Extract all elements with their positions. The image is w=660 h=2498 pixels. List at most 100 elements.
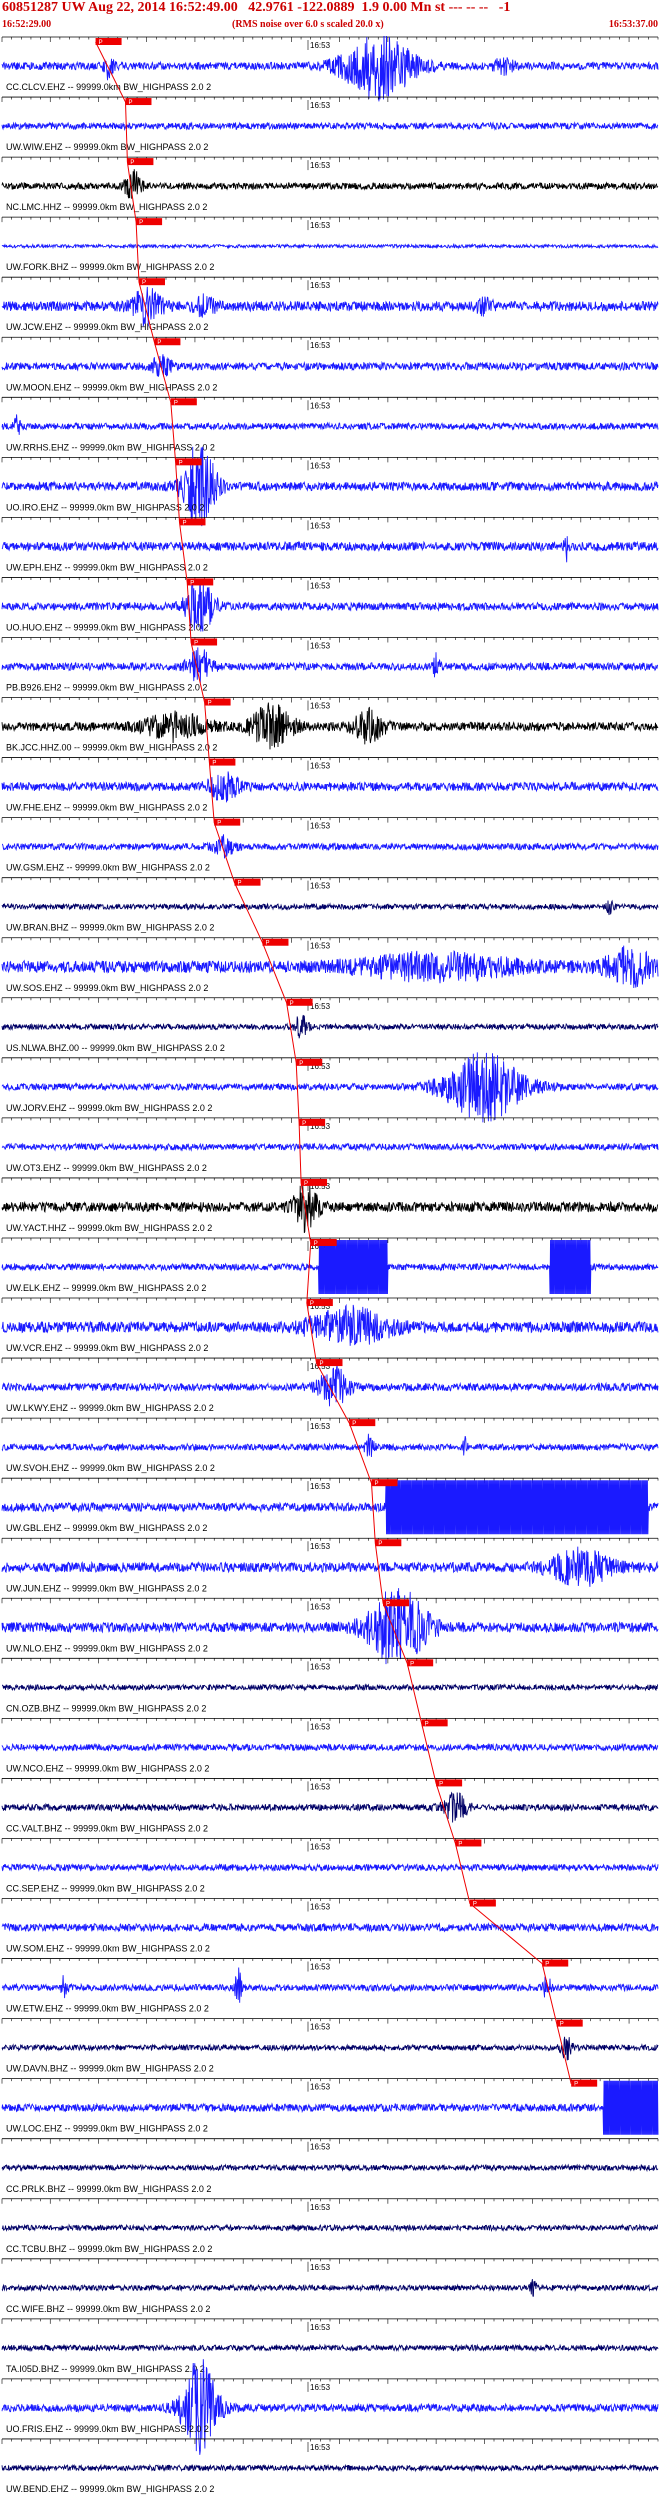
pick-marker-label: P xyxy=(425,1721,429,1727)
time-mark-label: 16:53 xyxy=(310,2143,331,2152)
station-trace-uw-nlo-ehz: 16:53 UW.NLO.EHZ -- 99999.0km BW_HIGHPASS… xyxy=(1,1588,659,1665)
station-trace-uw-bend-ehz: 16:53 UW.BEND.EHZ -- 99999.0km BW_HIGHPAS… xyxy=(1,2438,659,2494)
station-trace-uo-iro-ehz: 16:53 UO.IRO.EHZ -- 99999.0km BW_HIGHPASS… xyxy=(1,446,659,527)
waveform xyxy=(1,286,659,327)
pick-marker-label: P xyxy=(319,1361,323,1367)
time-mark-label: 16:53 xyxy=(310,281,331,290)
station-trace-cn-ozb-bhz: 16:53 CN.OZB.BHZ -- 99999.0km BW_HIGHPASS… xyxy=(1,1657,659,1713)
station-label: UW.FHE.EHZ -- 99999.0km BW_HIGHPASS 2.0 … xyxy=(6,803,207,813)
time-mark-label: 16:53 xyxy=(310,2383,331,2392)
station-label: UW.DAVN.BHZ -- 99999.0km BW_HIGHPASS 2.0… xyxy=(6,2064,214,2074)
station-label: UW.GBL.EHZ -- 99999.0km BW_HIGHPASS 2.0 … xyxy=(6,1523,207,1533)
station-trace-pb-b926-eh2: 16:53 PB.B926.EH2 -- 99999.0km BW_HIGHPAS… xyxy=(1,637,659,693)
station-label: UW.YACT.HHZ -- 99999.0km BW_HIGHPASS 2.0… xyxy=(6,1223,212,1233)
pick-marker-label: P xyxy=(299,1061,303,1067)
station-label: CC.WIFE.BHZ -- 99999.0km BW_HIGHPASS 2.0… xyxy=(6,2304,210,2314)
time-mark-label: 16:53 xyxy=(310,1542,331,1551)
station-trace-cc-sep-ehz: 16:53 CC.SEP.EHZ -- 99999.0km BW_HIGHPASS… xyxy=(1,1838,659,1894)
time-mark-label: 16:53 xyxy=(310,2443,331,2452)
station-trace-uw-eph-ehz: 16:53 UW.EPH.EHZ -- 99999.0km BW_HIGHPASS… xyxy=(1,516,659,572)
station-trace-uw-gbl-ehz: 16:53 UW.GBL.EHZ -- 99999.0km BW_HIGHPASS… xyxy=(1,1477,659,1535)
time-mark-label: 16:53 xyxy=(310,341,331,350)
station-trace-uw-yact-hhz: 16:53UW.YACT.HHZ -- 99999.0km BW_HIGHPAS… xyxy=(1,1177,659,1234)
waveform xyxy=(2,834,659,859)
waveform xyxy=(1,1142,659,1152)
time-mark-label: 16:53 xyxy=(310,1842,331,1851)
station-label: BK.JCC.HHZ.00 -- 99999.0km BW_HIGHPASS 2… xyxy=(6,743,217,753)
plot-header: 60851287 UW Aug 22, 2014 16:52:49.00 42.… xyxy=(0,0,660,36)
station-trace-uw-jcw-ehz: 16:53 UW.JCW.EHZ -- 99999.0km BW_HIGHPASS… xyxy=(1,276,659,332)
pick-marker-label: P xyxy=(179,460,183,466)
station-trace-uw-etw-ehz: 16:53 UW.ETW.EHZ -- 99999.0km BW_HIGHPASS… xyxy=(1,1958,659,2014)
time-mark-label: 16:53 xyxy=(310,1482,331,1491)
station-label: UW.GSM.EHZ -- 99999.0km BW_HIGHPASS 2.0 … xyxy=(6,863,210,873)
station-trace-cc-wife-bhz: 16:53 CC.WIFE.BHZ -- 99999.0km BW_HIGHPAS… xyxy=(1,2258,659,2314)
waveform xyxy=(1,1922,659,1933)
pick-marker-label: P xyxy=(304,1181,308,1187)
waveform xyxy=(1,2036,659,2061)
station-trace-uw-fork-bhz: 16:53 UW.FORK.BHZ -- 99999.0km BW_HIGHPAS… xyxy=(1,216,659,272)
start-time-label: 16:52:29.00 xyxy=(2,19,52,30)
station-trace-uw-wiw-ehz: 16:53 UW.WIW.EHZ -- 99999.0km BW_HIGHPASS… xyxy=(1,96,659,152)
rms-note: (RMS noise over 6.0 s scaled 20.0 x) xyxy=(232,19,384,30)
waveform xyxy=(1,2223,658,2233)
pick-marker-label: P xyxy=(410,1661,414,1667)
station-label: UW.ELK.EHZ -- 99999.0km BW_HIGHPASS 2.0 … xyxy=(6,1283,206,1293)
pick-marker-label: P xyxy=(302,1121,306,1127)
station-trace-cc-valt-bhz: 16:53 CC.VALT.BHZ -- 99999.0km BW_HIGHPAS… xyxy=(1,1778,659,1833)
waveform xyxy=(1,945,659,989)
pick-marker-label: P xyxy=(310,1301,314,1307)
waveform xyxy=(1,1862,659,1873)
station-label: CC.VALT.BHZ -- 99999.0km BW_HIGHPASS 2.0… xyxy=(6,1823,208,1833)
pick-marker-label: P xyxy=(139,220,143,226)
station-label: UW.JUN.EHZ -- 99999.0km BW_HIGHPASS 2.0 … xyxy=(6,1583,207,1593)
pick-marker-label: P xyxy=(458,1841,462,1847)
station-trace-uw-gsm-ehz: 16:53 UW.GSM.EHZ -- 99999.0km BW_HIGHPASS… xyxy=(1,817,659,873)
time-mark-label: 16:53 xyxy=(310,521,331,530)
pick-marker-label: P xyxy=(157,340,161,346)
waveform xyxy=(1,242,659,250)
waveform xyxy=(1,1433,659,1458)
station-label: CC.SEP.EHZ -- 99999.0km BW_HIGHPASS 2.0 … xyxy=(6,1884,205,1894)
waveform xyxy=(1,2463,659,2473)
station-label: UW.JCW.EHZ -- 99999.0km BW_HIGHPASS 2.0 … xyxy=(6,322,208,332)
time-mark-label: 16:53 xyxy=(310,1662,331,1671)
pick-marker-label: P xyxy=(128,100,132,106)
station-label: UW.VCR.EHZ -- 99999.0km BW_HIGHPASS 2.0 … xyxy=(6,1343,208,1353)
station-label: UW.BEND.EHZ -- 99999.0km BW_HIGHPASS 2.0… xyxy=(6,2484,214,2494)
station-label: TA.I05D.BHZ -- 99999.0km BW_HIGHPASS 2.0… xyxy=(6,2364,205,2374)
pick-marker-label: P xyxy=(190,580,194,586)
station-trace-uw-sos-ehz: 16:53 UW.SOS.EHZ -- 99999.0km BW_HIGHPASS… xyxy=(1,937,659,993)
end-time-label: 16:53:37.00 xyxy=(608,19,658,30)
pick-marker-label: P xyxy=(142,280,146,286)
waveform xyxy=(1,1365,659,1407)
time-mark-label: 16:53 xyxy=(310,882,331,891)
station-label: US.NLWA.BHZ.00 -- 99999.0km BW_HIGHPASS … xyxy=(6,1043,225,1053)
station-label: UO.HUO.EHZ -- 99999.0km BW_HIGHPASS 2.0 … xyxy=(6,622,208,632)
waveform xyxy=(1,2343,659,2353)
station-label: UW.NLO.EHZ -- 99999.0km BW_HIGHPASS 2.0 … xyxy=(6,1643,208,1653)
pick-marker-label: P xyxy=(352,1421,356,1427)
time-mark-label: 16:53 xyxy=(310,461,331,470)
pick-marker-label: P xyxy=(290,1001,294,1007)
station-trace-uw-davn-bhz: 16:53 UW.DAVN.BHZ -- 99999.0km BW_HIGHPAS… xyxy=(1,2018,659,2074)
station-trace-uw-nco-ehz: 16:53 UW.NCO.EHZ -- 99999.0km BW_HIGHPASS… xyxy=(1,1717,659,1773)
waveform xyxy=(1,121,659,132)
station-trace-uw-loc-ehz: 16:53 UW.LOC.EHZ -- 99999.0km BW_HIGHPASS… xyxy=(1,2078,659,2135)
time-mark-label: 16:53 xyxy=(310,161,331,170)
time-mark-label: 16:53 xyxy=(310,41,331,50)
station-trace-uw-som-ehz: 16:53 UW.SOM.EHZ -- 99999.0km BW_HIGHPASS… xyxy=(1,1898,659,1954)
event-title: 60851287 UW Aug 22, 2014 16:52:49.00 42.… xyxy=(2,0,511,15)
waveform xyxy=(1,1742,659,1752)
station-label: UO.IRO.EHZ -- 99999.0km BW_HIGHPASS 2.0 … xyxy=(6,502,204,512)
time-mark-label: 16:53 xyxy=(310,1722,331,1731)
time-mark-label: 16:53 xyxy=(310,1422,331,1431)
time-mark-label: 16:53 xyxy=(310,581,331,590)
station-label: UW.RRHS.EHZ -- 99999.0km BW_HIGHPASS 2.0… xyxy=(6,442,215,452)
station-label: UW.JORV.EHZ -- 99999.0km BW_HIGHPASS 2.0… xyxy=(6,1103,212,1113)
station-trace-uw-ot3-ehz: 16:53UW.OT3.EHZ -- 99999.0km BW_HIGHPASS… xyxy=(1,1117,659,1173)
time-mark-label: 16:53 xyxy=(310,2203,331,2212)
time-mark-label: 16:53 xyxy=(310,942,331,951)
pick-marker-label: P xyxy=(174,400,178,406)
time-mark-label: 16:53 xyxy=(310,762,331,771)
